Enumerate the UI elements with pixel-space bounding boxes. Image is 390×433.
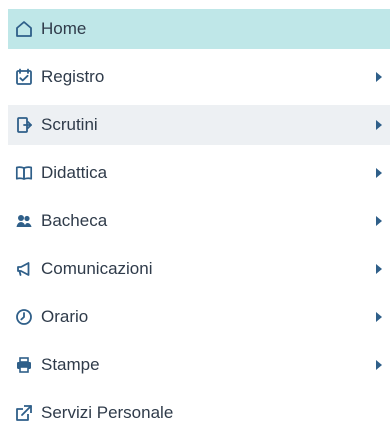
megaphone-icon bbox=[13, 258, 35, 280]
group-icon bbox=[13, 210, 35, 232]
menu-item-home[interactable]: Home bbox=[8, 9, 390, 49]
open-book-icon bbox=[13, 162, 35, 184]
menu-item-label: Registro bbox=[41, 67, 105, 86]
menu-item-bacheca[interactable]: Bacheca bbox=[8, 201, 390, 241]
menu-item-label: Didattica bbox=[41, 163, 108, 182]
chevron-right-icon bbox=[376, 312, 382, 322]
menu-item-label: Orario bbox=[41, 307, 89, 326]
menu-item-label: Scrutini bbox=[41, 115, 98, 134]
menu-item-orario[interactable]: Orario bbox=[8, 297, 390, 337]
menu-item-didattica[interactable]: Didattica bbox=[8, 153, 390, 193]
calendar-check-icon bbox=[13, 66, 35, 88]
printer-icon bbox=[13, 354, 35, 376]
side-menu: Home Registro Scrutini Didattica Bacheca… bbox=[0, 0, 390, 423]
external-link-icon bbox=[13, 402, 35, 424]
menu-item-label: Stampe bbox=[41, 355, 100, 374]
menu-item-registro[interactable]: Registro bbox=[8, 57, 390, 97]
menu-item-label: Home bbox=[41, 19, 87, 38]
chevron-right-icon bbox=[376, 168, 382, 178]
exit-door-icon bbox=[13, 114, 35, 136]
menu-item-comunicazioni[interactable]: Comunicazioni bbox=[8, 249, 390, 289]
menu-item-label: Comunicazioni bbox=[41, 259, 153, 278]
chevron-right-icon bbox=[376, 120, 382, 130]
menu-item-label: Servizi Personale bbox=[41, 403, 174, 422]
home-icon bbox=[13, 18, 35, 40]
chevron-right-icon bbox=[376, 264, 382, 274]
menu-item-stampe[interactable]: Stampe bbox=[8, 345, 390, 385]
chevron-right-icon bbox=[376, 72, 382, 82]
menu-item-servizi-personale[interactable]: Servizi Personale bbox=[8, 393, 390, 433]
clock-icon bbox=[13, 306, 35, 328]
chevron-right-icon bbox=[376, 360, 382, 370]
menu-item-scrutini[interactable]: Scrutini bbox=[8, 105, 390, 145]
menu-item-label: Bacheca bbox=[41, 211, 108, 230]
chevron-right-icon bbox=[376, 216, 382, 226]
